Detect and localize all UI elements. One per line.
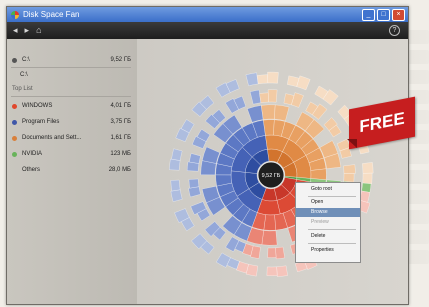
drive-label: C:\	[22, 57, 30, 63]
toolbar: ◂ ▸ ⌂ ?	[7, 22, 408, 39]
folder-color-icon	[12, 135, 17, 141]
close-button[interactable]: ×	[392, 9, 405, 21]
segment-program-files[interactable]	[171, 148, 183, 161]
segment-documents[interactable]	[362, 162, 374, 174]
disk-usage-fan-chart[interactable]: 9,52 ГБ	[137, 39, 408, 304]
segment-documents[interactable]	[256, 74, 269, 85]
folder-color-icon	[12, 119, 17, 125]
back-icon[interactable]: ◂	[13, 26, 18, 35]
context-menu: Goto root Open Browse Preview Delete Pro…	[295, 182, 361, 263]
window-title: Disk Space Fan	[23, 10, 80, 19]
segment-program-files[interactable]	[201, 146, 220, 164]
menu-item-browse[interactable]: Browse	[296, 208, 360, 217]
menu-item-properties[interactable]: Properties	[296, 246, 360, 255]
home-icon[interactable]: ⌂	[36, 26, 41, 35]
sidebar: C:\ 9,52 ГБ C:\ Top List WINDOWS 4,01 ГБ…	[7, 39, 137, 304]
menu-item-delete[interactable]: Delete	[296, 232, 360, 241]
list-item-windows[interactable]: WINDOWS 4,01 ГБ	[12, 101, 131, 111]
segment-documents[interactable]	[259, 92, 269, 103]
top-list-label: Top List	[12, 86, 33, 92]
current-path: C:\	[20, 72, 28, 78]
segment-documents[interactable]	[362, 172, 373, 185]
list-item-size: 3,75 ГБ	[110, 119, 131, 125]
menu-item-preview: Preview	[311, 219, 329, 225]
minimize-button[interactable]: _	[362, 9, 375, 21]
segment-windows[interactable]	[275, 246, 286, 260]
list-item-label: Documents and Sett...	[22, 135, 82, 141]
segment-program-files[interactable]	[170, 189, 183, 203]
title-bar: Disk Space Fan _ □ ×	[7, 7, 408, 22]
segment-documents[interactable]	[310, 168, 327, 181]
segment-program-files[interactable]	[170, 179, 181, 192]
list-item-size: 1,61 ГБ	[110, 135, 131, 141]
chart-center-label: 9,52 ГБ	[262, 173, 281, 179]
menu-item-open[interactable]: Open	[296, 198, 360, 207]
drive-size: 9,52 ГБ	[110, 57, 131, 63]
list-item-label: Others	[22, 167, 41, 173]
segment-documents[interactable]	[274, 104, 290, 122]
segment-program-files[interactable]	[169, 158, 181, 171]
list-item-size: 28,0 МБ	[108, 167, 131, 173]
segment-program-files[interactable]	[245, 72, 259, 87]
segment-documents[interactable]	[343, 164, 356, 174]
help-icon[interactable]: ?	[389, 25, 400, 36]
list-item-others[interactable]: Others 28,0 МБ	[12, 165, 131, 175]
folder-color-icon	[12, 103, 17, 109]
segment-documents[interactable]	[343, 173, 355, 183]
list-item-label: NVIDIA	[22, 151, 43, 157]
folder-color-icon	[12, 151, 17, 157]
segment-program-files[interactable]	[246, 105, 264, 123]
list-item-label: Program Files	[22, 119, 60, 125]
segment-program-files[interactable]	[189, 153, 201, 164]
list-item-nvidia[interactable]: NVIDIA 123 МБ	[12, 149, 131, 159]
window-controls: _ □ ×	[362, 9, 405, 21]
maximize-button[interactable]: □	[377, 9, 390, 21]
segment-documents[interactable]	[267, 71, 279, 84]
drive-row[interactable]: C:\ 9,52 ГБ	[12, 55, 131, 65]
list-item-program-files[interactable]: Program Files 3,75 ГБ	[12, 117, 131, 127]
segment-program-files[interactable]	[249, 89, 262, 105]
app-icon	[11, 10, 19, 19]
segment-windows[interactable]	[266, 266, 278, 277]
fan-chart-area: 9,52 ГБ	[137, 39, 408, 304]
segment-program-files[interactable]	[188, 178, 200, 189]
drive-dot-icon	[12, 57, 17, 63]
segment-windows[interactable]	[267, 247, 277, 258]
menu-item-goto-root[interactable]: Goto root	[296, 185, 360, 194]
list-item-label: WINDOWS	[22, 103, 53, 109]
list-item-documents[interactable]: Documents and Sett... 1,61 ГБ	[12, 133, 131, 143]
list-item-size: 123 МБ	[110, 151, 131, 157]
segment-windows[interactable]	[261, 230, 278, 246]
segment-documents[interactable]	[291, 92, 304, 108]
top-list-heading: Top List	[12, 84, 131, 94]
badge-fold	[347, 139, 357, 148]
segment-documents[interactable]	[267, 89, 278, 103]
list-item-size: 4,01 ГБ	[110, 103, 131, 109]
path-row: C:\	[12, 70, 131, 80]
segment-documents[interactable]	[263, 119, 275, 136]
segment-windows[interactable]	[276, 265, 288, 277]
forward-icon[interactable]: ▸	[25, 26, 30, 35]
segment-documents[interactable]	[260, 104, 276, 120]
